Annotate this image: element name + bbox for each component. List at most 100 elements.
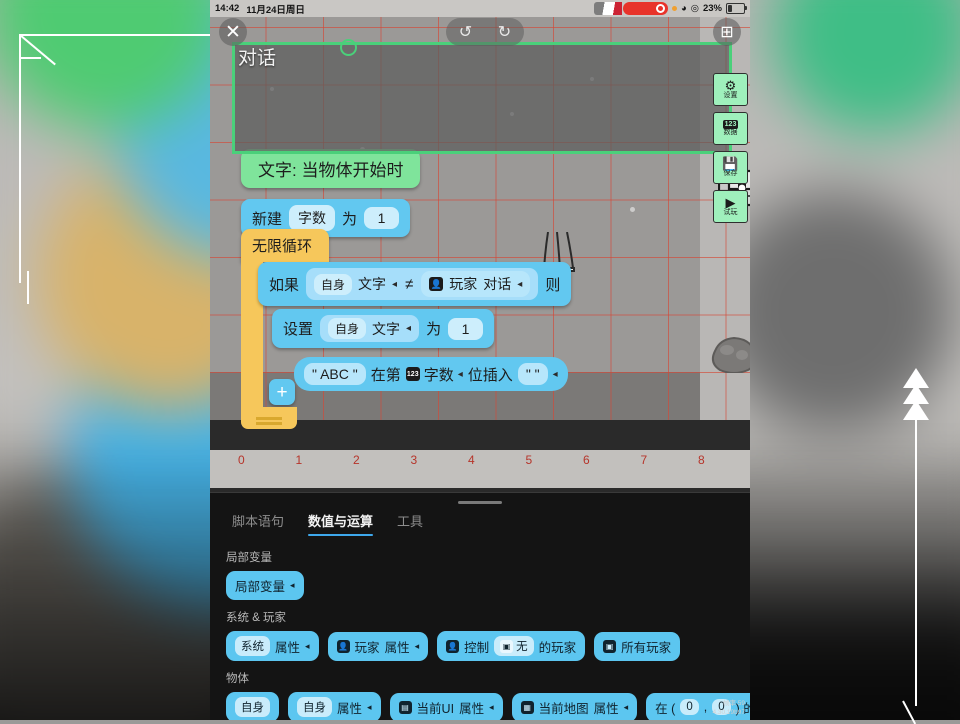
playtest-button-label: 试玩 [723,209,738,216]
palette-section-title: 物体 [226,673,249,685]
add-block-button[interactable]: + [269,379,295,405]
annotation-top-line [19,34,219,36]
condition-expression[interactable]: 自身 文字 ◂ ≠ 👤 玩家 对话 ◂ [306,268,539,300]
palette-block-label: 控制 [464,640,490,655]
grid-toggle-icon[interactable]: ⊞ [713,18,741,46]
palette-section-title: 系统 & 玩家 [226,612,287,624]
ruler-tick: 1 [295,453,303,467]
redo-icon[interactable]: ↻ [498,22,511,42]
settings-button[interactable]: ⚙ 设置 [713,73,748,106]
palette-block[interactable]: ▦ 当前地图 属性 ◂ [511,692,638,720]
data-button[interactable]: 123 数据 [713,112,748,145]
chevron-left-icon[interactable]: ◂ [548,369,558,380]
set-value-slot[interactable]: 1 [448,317,484,340]
close-icon[interactable]: ✕ [219,18,247,46]
battery-icon [726,3,747,14]
footer-info: 帧率 59 4.30.19b97 [712,699,745,717]
chevron-left-icon[interactable]: ◂ [489,702,494,713]
forever-loop-block[interactable]: 无限循环 + [241,229,353,429]
set-owner-slot[interactable]: 自身 [328,318,367,339]
set-target-expression[interactable]: 自身 文字 ◂ [320,315,420,342]
source-string-slot[interactable]: " ABC " [304,363,366,385]
chevron-left-icon[interactable]: ◂ [305,641,310,652]
palette-block[interactable]: 自身 属性 ◂ [288,692,381,720]
palette-block[interactable]: 系统 属性 ◂ [226,631,319,661]
undo-icon[interactable]: ↺ [459,22,472,42]
if-condition-block[interactable]: 如果 自身 文字 ◂ ≠ 👤 玩家 对话 ◂ 则 [258,262,572,306]
fps-label: 帧率 59 [722,700,745,707]
palette-block[interactable]: ▤ 当前UI 属性 ◂ [389,692,503,720]
chevron-left-icon[interactable]: ◂ [290,580,295,591]
palette-block-icon: 👤 [446,639,460,653]
chevron-left-icon[interactable]: ◂ [406,323,411,334]
palette-block-label: 属性 [337,701,363,716]
floppy-disk-icon: 💾 [722,156,739,171]
palette-block[interactable]: 自身 [226,692,279,720]
palette-block-row: 自身自身属性◂▤当前UI属性◂▦当前地图属性◂在 (0,0) 的地块... [226,692,750,720]
palette-block-label: 的玩家 [538,640,577,655]
palette-block[interactable]: 局部变量 ◂ [226,571,304,600]
location-icon: ◎ [690,3,699,14]
set-property-block[interactable]: 设置 自身 文字 ◂ 为 1 [272,309,495,348]
ruler-tick: 2 [353,453,360,467]
status-date: 11月24日周日 [246,4,305,16]
right-operand[interactable]: 👤 玩家 对话 ◂ [421,271,531,297]
palette-block[interactable]: ▣ 所有玩家 [594,631,681,661]
loop-footer [241,407,297,429]
object-edit-panel[interactable] [232,42,732,154]
ruler-tick: 3 [410,453,418,467]
playtest-button[interactable]: ▶ 试玩 [713,190,748,223]
palette-block-slot[interactable]: 自身 [235,697,270,717]
chevron-left-icon[interactable]: ◂ [517,279,522,290]
variable-name-slot[interactable]: 字数 [289,205,336,231]
palette-tab-0[interactable]: 脚本语句 [232,511,284,536]
insert-value-slot[interactable]: " " [517,363,548,385]
right-annotation-arrow [896,368,936,724]
palette-tab-1[interactable]: 数值与运算 [308,511,374,536]
ruler-tick: 6 [583,453,590,467]
palette-block-label: 在 ( [655,701,676,716]
palette-block-label: 所有玩家 [621,640,672,655]
save-button[interactable]: 💾 保存 [713,151,748,184]
string-insert-block[interactable]: " ABC " 在第 123 字数 ◂ 位插入 " " ◂ [294,357,568,391]
palette-block-icon: 👤 [336,639,350,653]
editor-top-toolbar: ✕ ↺ ↻ ⊞ [210,17,750,47]
chevron-left-icon[interactable]: ◂ [367,702,372,713]
settings-button-label: 设置 [723,92,738,99]
undo-redo-group: ↺ ↻ [446,18,524,46]
chevron-left-icon[interactable]: ◂ [624,702,629,713]
palette-block-icon: ▦ [520,700,534,714]
number-123-icon: 123 [722,120,739,129]
ruler-tick: 5 [525,453,533,467]
ruler-tick: 4 [468,453,475,467]
then-keyword-label: 则 [545,276,561,294]
palette-block-slot[interactable]: 系统 [235,636,270,656]
screen-recording-indicator[interactable] [622,2,668,15]
gear-icon: ⚙ [724,78,737,93]
insert-at-label: 在第 [370,366,401,384]
chevron-left-icon[interactable]: ◂ [415,641,420,652]
status-bar-left: 14:42 11月24日周日 [215,2,305,16]
palette-tab-2[interactable]: 工具 [397,511,423,536]
palette-block[interactable]: 👤 玩家 属性 ◂ [327,631,429,661]
chevron-left-icon[interactable]: ◂ [392,279,397,290]
insert-index-label[interactable]: 字数 [420,364,458,385]
variable-value-slot[interactable]: 1 [364,207,400,229]
arrow-shaft [915,416,917,706]
operator-label[interactable]: ≠ [403,276,415,293]
right-property-label: 对话 [483,276,512,292]
data-button-label: 数据 [723,129,738,136]
number-123-icon: 123 [405,367,420,381]
palette-block-slot[interactable]: ▣ 无 [494,636,534,656]
palette-block-icon: ▣ [603,639,617,653]
set-property-label: 文字 [372,320,401,337]
palette-block-slot[interactable]: 0 [680,699,699,715]
palette-block-slot[interactable]: 自身 [297,697,332,717]
palette-block[interactable]: 👤 控制 ▣ 无的玩家 [437,631,586,661]
left-owner-slot[interactable]: 自身 [314,273,353,295]
palette-block-label: 玩家 [354,640,380,655]
annotation-left-line [19,34,21,283]
cube-icon: ▣ [500,639,514,653]
palette-tabs: 脚本语句 数值与运算 工具 [210,504,750,536]
event-hat-block[interactable]: 文字: 当物体开始时 [241,149,421,188]
